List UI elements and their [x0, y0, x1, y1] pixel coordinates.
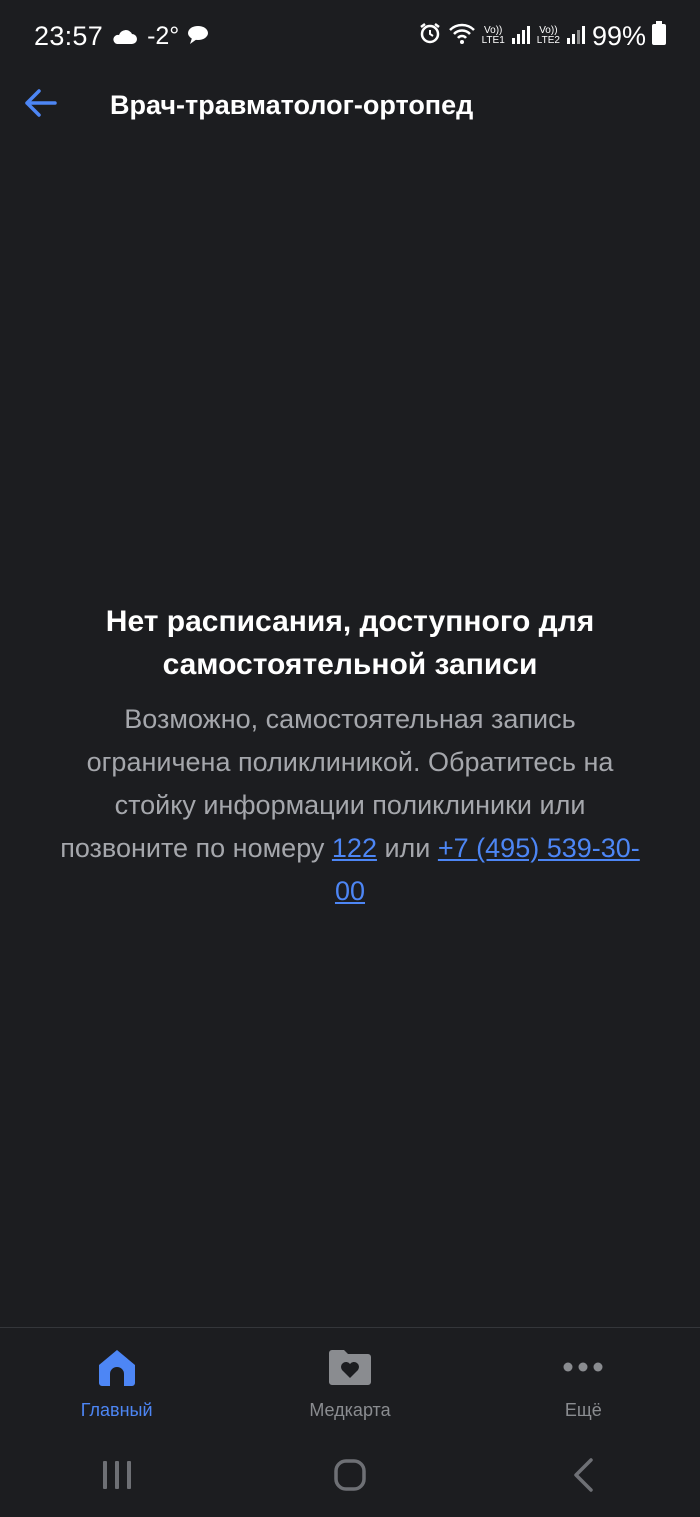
nav-item-medcard[interactable]: Медкарта	[233, 1328, 466, 1437]
home-square-icon	[333, 1458, 367, 1497]
empty-state: Нет расписания, доступного для самостоят…	[50, 600, 650, 913]
status-time: 23:57	[34, 20, 104, 51]
battery-icon	[652, 20, 666, 52]
nav-item-more[interactable]: Ещё	[467, 1328, 700, 1437]
cloud-icon	[111, 21, 138, 52]
status-left: 23:57 -2°	[34, 21, 209, 52]
medcard-folder-icon	[327, 1344, 373, 1390]
bottom-navigation: Главный Медкарта Ещё	[0, 1327, 700, 1437]
screen: 23:57 -2° Vo)) LTE1 Vo)) LTE2 99% Врач-т…	[0, 0, 700, 1517]
lte1-label: LTE1	[481, 35, 505, 46]
top-app-bar: Врач-травматолог-ортопед	[0, 72, 700, 138]
chat-bubble-icon	[187, 21, 209, 52]
empty-state-message: Возможно, самостоятельная запись огранич…	[50, 698, 650, 913]
home-icon	[94, 1344, 140, 1390]
status-temperature: -2°	[147, 21, 180, 50]
signal-strength-icon-2	[566, 21, 586, 52]
nav-label-more: Ещё	[564, 1400, 602, 1420]
back-button[interactable]	[0, 72, 80, 138]
system-navigation-bar	[0, 1437, 700, 1517]
more-dots-icon	[560, 1344, 606, 1390]
page-title: Врач-травматолог-ортопед	[110, 89, 474, 120]
lte2-indicator: Vo)) LTE2	[537, 26, 560, 46]
arrow-left-icon	[23, 88, 57, 123]
battery-percentage: 99%	[591, 20, 646, 51]
empty-state-text-between: или	[376, 833, 438, 863]
nav-label-home: Главный	[80, 1400, 153, 1420]
recent-apps-icon	[101, 1459, 133, 1496]
alarm-clock-icon	[418, 21, 442, 52]
signal-strength-icon	[511, 21, 531, 52]
recent-apps-button[interactable]	[57, 1447, 177, 1507]
system-back-button[interactable]	[523, 1447, 643, 1507]
wifi-icon	[448, 21, 476, 52]
nav-item-home[interactable]: Главный	[0, 1328, 233, 1437]
phone-link-short[interactable]: 122	[332, 833, 377, 863]
chevron-left-icon	[571, 1457, 595, 1498]
status-bar: 23:57 -2° Vo)) LTE1 Vo)) LTE2 99%	[0, 0, 700, 72]
empty-state-title: Нет расписания, доступного для самостоят…	[105, 605, 595, 681]
nav-label-medcard: Медкарта	[309, 1400, 391, 1420]
lte2-label: LTE2	[536, 35, 560, 46]
status-right: Vo)) LTE1 Vo)) LTE2 99%	[418, 20, 666, 52]
home-system-button[interactable]	[290, 1447, 410, 1507]
lte1-indicator: Vo)) LTE1	[482, 26, 505, 46]
